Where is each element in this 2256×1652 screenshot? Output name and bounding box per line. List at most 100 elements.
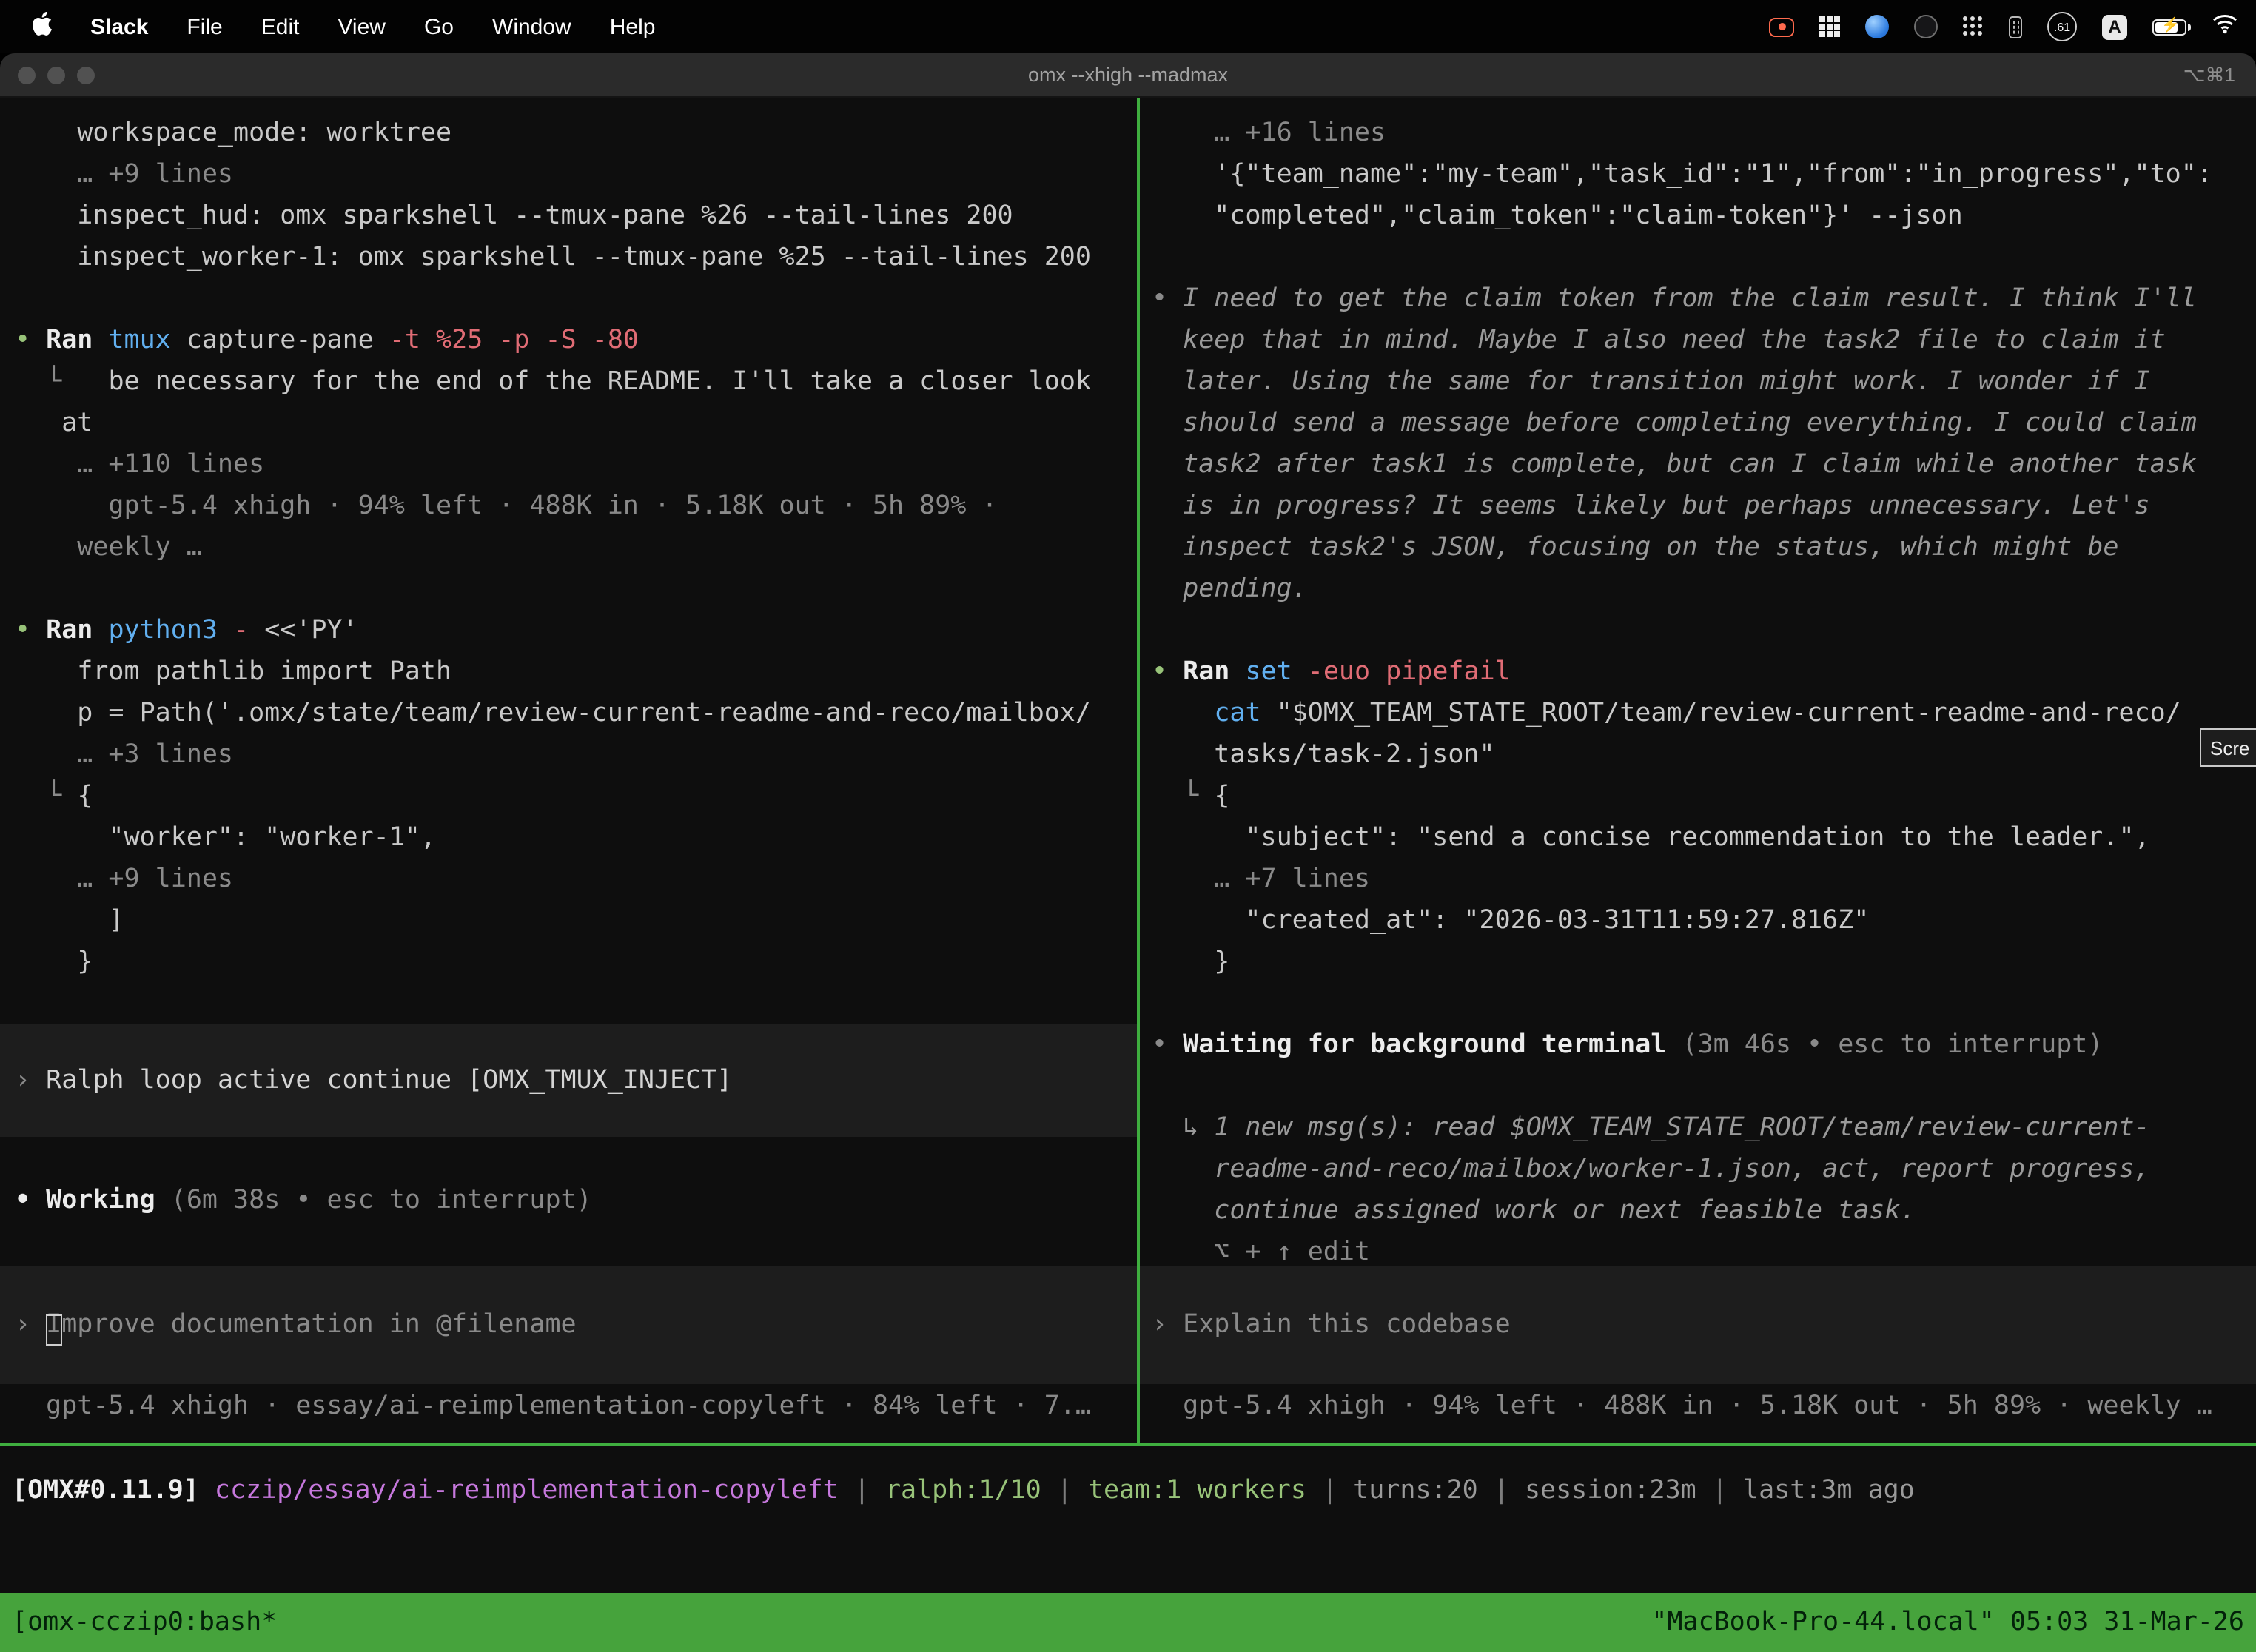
screen-recording-indicator-icon[interactable]	[1769, 17, 1794, 36]
waiting-status-line: • Waiting for background terminal (3m 46…	[1152, 1024, 2256, 1066]
dots-grid-icon[interactable]	[1963, 16, 1984, 37]
separator: |	[1478, 1476, 1525, 1505]
tmux-pane-divider-horizontal	[0, 1443, 2256, 1446]
dark-orb-app-icon[interactable]	[1914, 15, 1938, 38]
injected-command-text: Ralph loop active continue [OMX_TMUX_INJ…	[46, 1066, 732, 1095]
turns-counter: turns:20	[1353, 1476, 1478, 1505]
working-meta: (6m 38s • esc to interrupt)	[155, 1186, 592, 1215]
collapsed-lines-indicator: … +16 lines	[1152, 113, 2256, 154]
separator: |	[1696, 1476, 1743, 1505]
window-controls	[18, 67, 95, 84]
prompt-chevron-icon: ›	[15, 1310, 46, 1340]
pane-footer-right: gpt-5.4 xhigh · 94% left · 488K in · 5.1…	[1152, 1386, 2212, 1427]
blank-line	[1152, 610, 2256, 651]
menu-item-window[interactable]: Window	[492, 14, 571, 39]
bullet-icon: •	[15, 326, 46, 355]
window-title-bar: omx --xhigh --madmax ⌥⌘1	[0, 53, 2256, 98]
menu-item-view[interactable]: View	[338, 14, 386, 39]
indent	[1152, 699, 1214, 728]
heredoc-marker: <<'PY'	[264, 616, 357, 645]
prompt-input-right[interactable]: › Explain this codebase	[1140, 1266, 2256, 1384]
working-status-line: • Working (6m 38s • esc to interrupt)	[15, 1180, 592, 1221]
output-connector-icon: └	[15, 782, 77, 811]
mailbox-message-line: continue assigned work or next feasible …	[1152, 1190, 2256, 1232]
blank-line	[1152, 983, 2256, 1024]
phone-keypad-icon[interactable]	[2009, 16, 2022, 38]
working-label: Working	[46, 1186, 155, 1215]
bullet-icon: •	[1152, 657, 1183, 687]
assistant-thought: • I need to get the claim token from the…	[1152, 278, 2256, 610]
bullet-icon: •	[1152, 1030, 1183, 1060]
waiting-label: Waiting for background terminal	[1183, 1030, 1666, 1060]
captured-status-line: weekly …	[15, 527, 1137, 568]
output-line: └ {	[1152, 776, 2256, 817]
command-name: python3	[108, 616, 218, 645]
session-duration: session:23m	[1525, 1476, 1696, 1505]
input-source-icon[interactable]: A	[2102, 14, 2127, 39]
output-line: └ be necessary for the end of the README…	[15, 361, 1137, 403]
terminal-window: omx --xhigh --madmax ⌥⌘1 workspace_mode:…	[0, 53, 2256, 1652]
menu-item-edit[interactable]: Edit	[261, 14, 300, 39]
menu-bar: Slack File Edit View Go Window Help .61 …	[0, 0, 2256, 53]
zoom-button[interactable]	[77, 67, 95, 84]
tmux-host-clock: "MacBook-Pro-44.local" 05:03 31-Mar-26	[1651, 1608, 2244, 1637]
output-line: ]	[15, 900, 1137, 941]
separator: |	[1041, 1476, 1088, 1505]
cat-command-line: tasks/task-2.json"	[1152, 734, 2256, 776]
menu-item-file[interactable]: File	[187, 14, 222, 39]
tmux-pane-left[interactable]: workspace_mode: worktree … +9 lines insp…	[0, 98, 1137, 1443]
grid-app-icon[interactable]	[1819, 16, 1840, 37]
output-line: "subject": "send a concise recommendatio…	[1152, 817, 2256, 859]
collapsed-lines-indicator: … +7 lines	[1152, 859, 2256, 900]
output-line: }	[15, 941, 1137, 983]
prompt-input-left[interactable]: › Improve documentation in @filename	[0, 1266, 1137, 1384]
code-line: from pathlib import Path	[15, 651, 1137, 693]
blank-line	[15, 278, 1137, 320]
window-title: omx --xhigh --madmax	[1028, 64, 1228, 86]
mailbox-message-line: ↳ 1 new msg(s): read $OMX_TEAM_STATE_ROO…	[1152, 1107, 2256, 1149]
ran-label: Ran	[46, 326, 108, 355]
output-text: {	[1214, 782, 1229, 811]
ran-set-line: • Ran set -euo pipefail	[1152, 651, 2256, 693]
output-connector-icon: └	[15, 367, 108, 397]
active-app-menu[interactable]: Slack	[90, 14, 148, 39]
tmux-pane-right[interactable]: … +16 lines '{"team_name":"my-team","tas…	[1140, 98, 2256, 1443]
bullet-icon: •	[15, 616, 46, 645]
omx-version: [OMX#0.11.9]	[12, 1476, 199, 1505]
output-line: "worker": "worker-1",	[15, 817, 1137, 859]
pane-footer-left: gpt-5.4 xhigh · essay/ai-reimplementatio…	[15, 1386, 1091, 1427]
waiting-meta: (3m 46s • esc to interrupt)	[1666, 1030, 2103, 1060]
command-args: -	[218, 616, 264, 645]
command-args: -t %25 -p -S -80	[389, 326, 639, 355]
team-workers: team:1 workers	[1088, 1476, 1306, 1505]
output-line: }	[1152, 941, 2256, 983]
collapsed-lines-indicator: … +9 lines	[15, 859, 1137, 900]
output-text: be necessary for the end of the README. …	[108, 367, 1091, 397]
apple-menu-icon[interactable]	[33, 11, 52, 42]
terminal-body: workspace_mode: worktree … +9 lines insp…	[0, 98, 2256, 1652]
minimize-button[interactable]	[47, 67, 65, 84]
blank-line	[1152, 1066, 2256, 1107]
output-connector-icon: └	[1152, 782, 1214, 811]
tmux-window-list[interactable]: [omx-cczip0:bash*	[12, 1608, 277, 1637]
output-line: at	[15, 403, 1137, 444]
menu-item-help[interactable]: Help	[610, 14, 656, 39]
blue-orb-app-icon[interactable]	[1865, 15, 1889, 38]
close-button[interactable]	[18, 67, 36, 84]
output-line: └ {	[15, 776, 1137, 817]
wifi-icon[interactable]	[2212, 13, 2238, 41]
thought-text: I need to get the claim token from the c…	[1183, 278, 2219, 610]
ran-label: Ran	[1183, 657, 1245, 687]
bullet-icon: •	[1152, 278, 1183, 610]
blank-line	[1152, 237, 2256, 278]
injected-command-bar[interactable]: › Ralph loop active continue [OMX_TMUX_I…	[0, 1024, 1137, 1137]
menu-item-go[interactable]: Go	[424, 14, 454, 39]
code-line: p = Path('.omx/state/team/review-current…	[15, 693, 1137, 734]
battery-monitor-ring-icon[interactable]: .61	[2047, 12, 2077, 41]
battery-icon[interactable]: ⚡	[2152, 19, 2186, 35]
json-arg-line: '{"team_name":"my-team","task_id":"1","f…	[1152, 154, 2256, 195]
hud-line: workspace_mode: worktree	[15, 113, 1137, 154]
command-name: cat	[1214, 699, 1276, 728]
bullet-icon: •	[15, 1186, 46, 1215]
json-arg-line: "completed","claim_token":"claim-token"}…	[1152, 195, 2256, 237]
